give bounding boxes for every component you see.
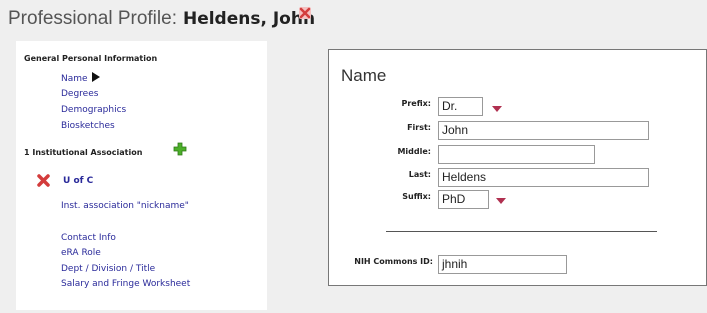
last-name-label: Last: (408, 170, 431, 179)
first-name-label: First: (407, 123, 431, 132)
first-name-input[interactable]: John (438, 121, 649, 140)
delete-profile-icon[interactable] (298, 6, 312, 20)
name-form-panel: Name Prefix: Dr. First: John Middle: Las… (328, 49, 707, 286)
profile-sidebar: General Personal Information Name Degree… (16, 41, 267, 310)
middle-name-input[interactable] (438, 145, 595, 164)
panel-title: Name (341, 66, 387, 85)
add-institution-icon[interactable] (173, 142, 187, 156)
sidebar-item-demographics[interactable]: Demographics (61, 105, 126, 115)
last-name-input[interactable]: Heldens (438, 168, 649, 187)
prefix-label: Prefix: (401, 99, 431, 108)
prefix-select[interactable]: Dr. (438, 97, 483, 116)
current-section-arrow-icon (91, 72, 100, 82)
section-divider (386, 231, 657, 232)
sidebar-item-nickname[interactable]: Inst. association "nickname" (61, 201, 189, 211)
sidebar-item-degrees[interactable]: Degrees (61, 89, 98, 99)
profile-name: Heldens, John (182, 9, 316, 29)
nih-commons-id-input[interactable]: jhnih (438, 255, 567, 274)
page-title-label: Professional Profile: (8, 8, 177, 29)
sidebar-item-dept-division-title[interactable]: Dept / Division / Title (61, 264, 155, 274)
institution-heading: 1 Institutional Association (24, 148, 143, 157)
sidebar-item-label: Name (61, 74, 88, 84)
nih-commons-id-label: NIH Commons ID: (354, 257, 433, 266)
prefix-dropdown-icon[interactable] (492, 106, 502, 112)
middle-name-label: Middle: (397, 147, 431, 156)
suffix-select[interactable]: PhD (438, 190, 489, 209)
sidebar-item-contact-info[interactable]: Contact Info (61, 233, 116, 243)
suffix-dropdown-icon[interactable] (496, 198, 506, 204)
remove-institution-icon[interactable] (36, 173, 51, 188)
sidebar-item-biosketches[interactable]: Biosketches (61, 121, 115, 131)
institution-name-link[interactable]: U of C (63, 176, 93, 186)
page-header: Professional Profile: Heldens, John (8, 4, 315, 34)
suffix-label: Suffix: (402, 192, 431, 201)
sidebar-item-name[interactable]: Name (61, 72, 100, 84)
sidebar-item-era-role[interactable]: eRA Role (61, 248, 101, 258)
sidebar-item-salary-fringe[interactable]: Salary and Fringe Worksheet (61, 279, 190, 289)
general-info-heading: General Personal Information (24, 54, 158, 63)
